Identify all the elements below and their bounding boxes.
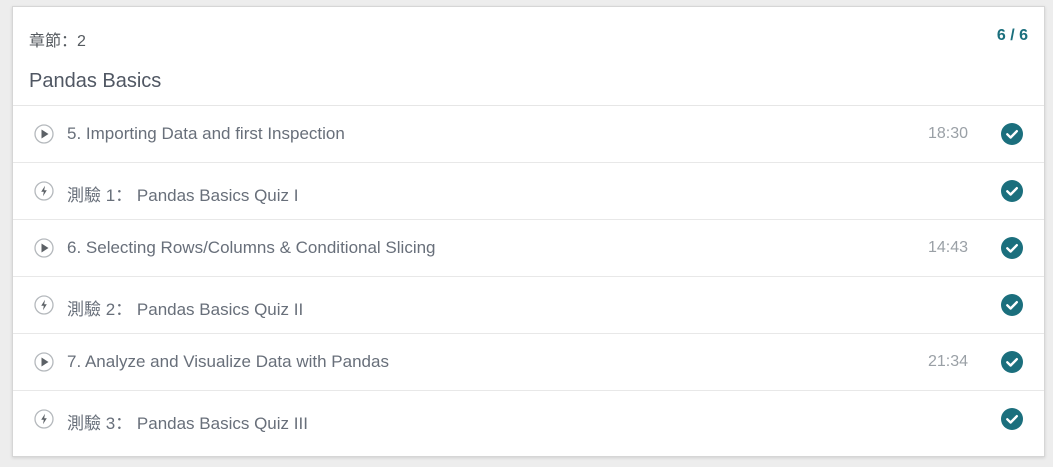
section-header[interactable]: 章節：2 6 / 6 Pandas Basics [13, 7, 1044, 106]
completed-check-icon[interactable] [1001, 351, 1023, 373]
lecture-row[interactable]: 5. Importing Data and first Inspection 1… [13, 106, 1044, 163]
section-progress: 6 / 6 [996, 27, 1028, 44]
completed-check-icon[interactable] [1001, 408, 1023, 430]
lecture-duration: 14:43 [927, 239, 968, 256]
completed-check-icon[interactable] [1001, 237, 1023, 259]
completed-check-icon[interactable] [1001, 123, 1023, 145]
curriculum-section-card: 章節：2 6 / 6 Pandas Basics 5. Importing Da… [12, 6, 1045, 457]
lightning-circle-icon [34, 409, 54, 429]
lecture-row[interactable]: 7. Analyze and Visualize Data with Panda… [13, 334, 1044, 391]
lecture-duration: 18:30 [927, 125, 968, 142]
lightning-circle-icon [34, 295, 54, 315]
lecture-row[interactable]: 6. Selecting Rows/Columns & Conditional … [13, 220, 1044, 277]
quiz-row[interactable]: 測驗 3： Pandas Basics Quiz III [13, 391, 1044, 448]
completed-check-icon[interactable] [1001, 294, 1023, 316]
play-circle-icon [34, 238, 54, 258]
lecture-duration: 21:34 [927, 353, 968, 370]
quiz-title: 測驗 2： Pandas Basics Quiz II [67, 300, 304, 319]
completed-check-icon[interactable] [1001, 180, 1023, 202]
quiz-title: 測驗 1： Pandas Basics Quiz I [67, 186, 299, 205]
section-title: Pandas Basics [29, 70, 162, 92]
quiz-row[interactable]: 測驗 2： Pandas Basics Quiz II [13, 277, 1044, 334]
lightning-circle-icon [34, 181, 54, 201]
quiz-title: 測驗 3： Pandas Basics Quiz III [67, 414, 308, 433]
play-circle-icon [34, 124, 54, 144]
lecture-title: 6. Selecting Rows/Columns & Conditional … [67, 238, 436, 257]
quiz-row[interactable]: 測驗 1： Pandas Basics Quiz I [13, 163, 1044, 220]
lecture-title: 5. Importing Data and first Inspection [67, 124, 345, 143]
section-number-label: 章節：2 [29, 33, 86, 50]
play-circle-icon [34, 352, 54, 372]
lecture-title: 7. Analyze and Visualize Data with Panda… [67, 352, 389, 371]
